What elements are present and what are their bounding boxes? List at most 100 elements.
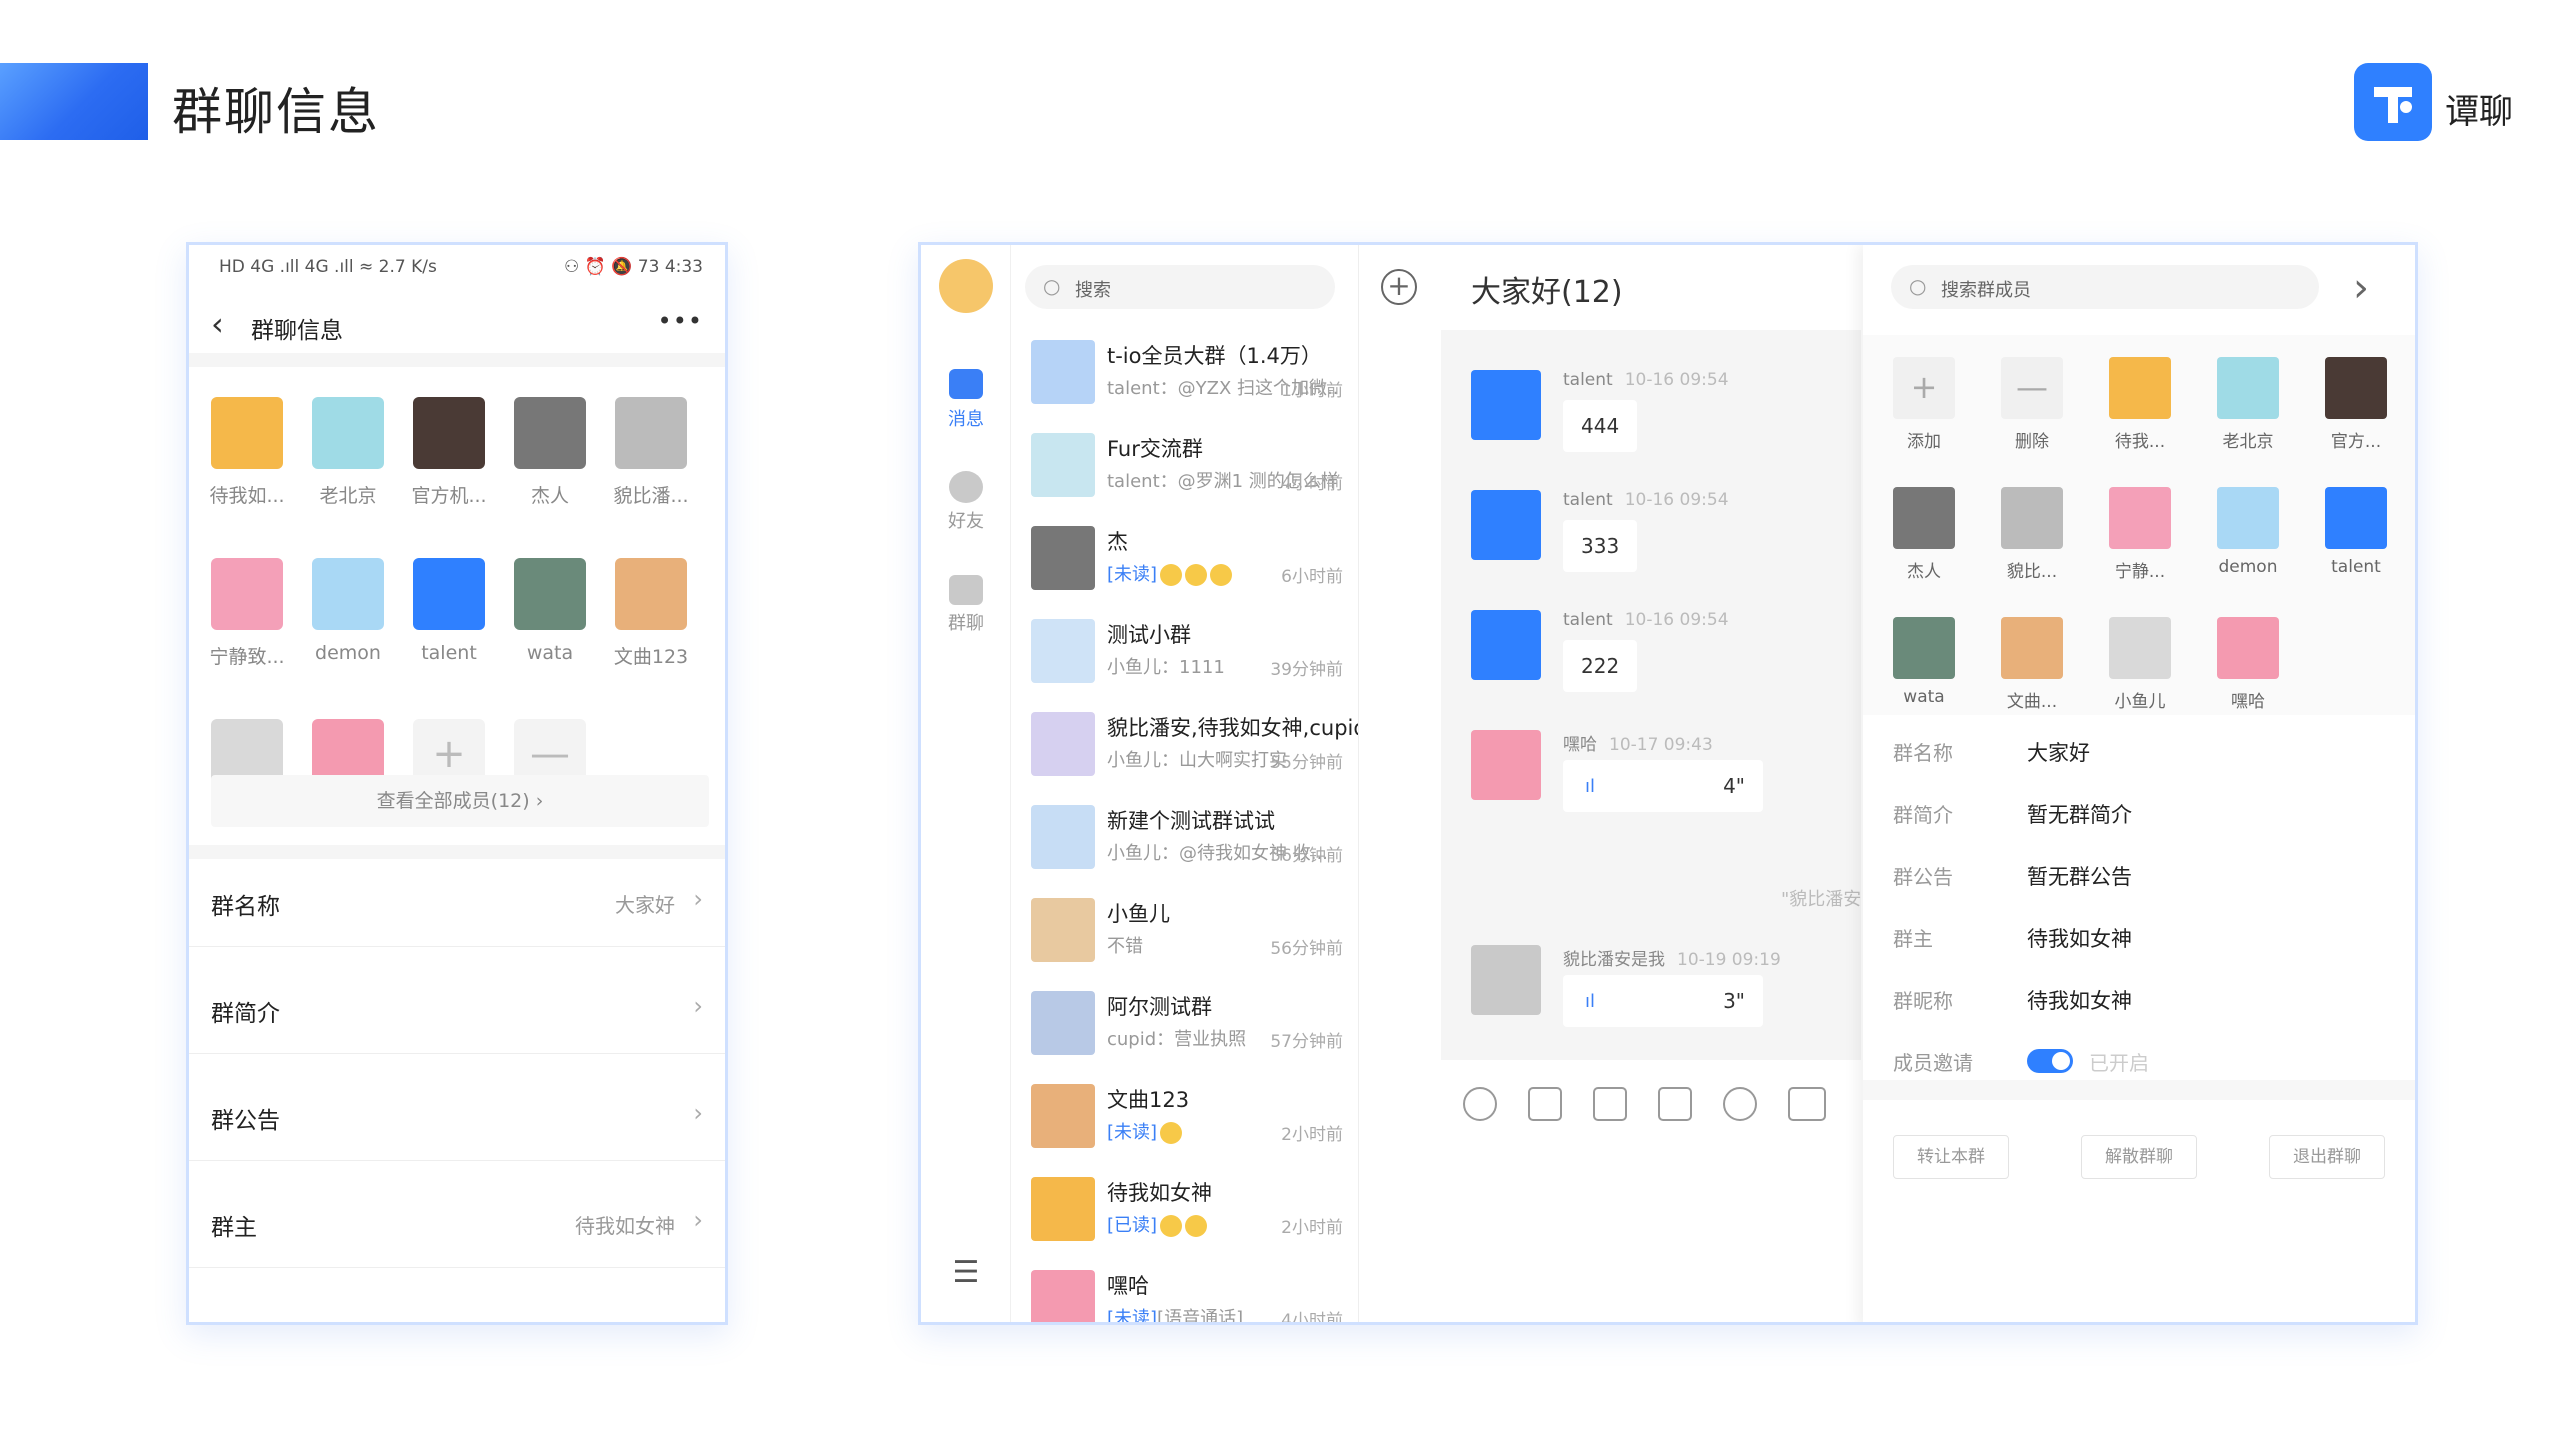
member-avatar[interactable] (211, 397, 283, 469)
my-avatar[interactable] (939, 259, 993, 313)
chat-preview-text: 不错 (1107, 936, 1143, 957)
collapse-arrow-icon[interactable]: › (2353, 265, 2369, 311)
emoji-icon (1210, 564, 1233, 586)
message-time: 10-16 09:54 (1624, 490, 1729, 510)
voice-message-bubble[interactable]: ıl 4" (1563, 760, 1763, 812)
video-icon[interactable] (1658, 1087, 1692, 1121)
mention-icon[interactable] (1723, 1087, 1757, 1121)
message-time: 10-19 09:19 (1677, 950, 1781, 970)
message-avatar (1471, 370, 1541, 440)
settings-row-label: 群公告 (211, 1108, 280, 1134)
settings-row-value: 待我如女神 (575, 1214, 675, 1238)
chat-name: 文曲123 (1107, 1088, 1190, 1112)
member-avatar[interactable] (615, 397, 687, 469)
more-menu-icon[interactable]: ••• (658, 307, 703, 335)
member-name: 老北京 (2222, 432, 2274, 452)
exit-group-button[interactable]: 退出群聊 (2269, 1135, 2385, 1179)
chat-name: 嘿哈 (1107, 1274, 1149, 1298)
message-nav-icon[interactable] (949, 369, 983, 399)
member-avatar[interactable] (514, 397, 586, 469)
member-name: demon (315, 642, 381, 664)
settings-row[interactable]: 群公告 › (189, 1073, 725, 1161)
settings-row[interactable]: 我的群昵称 待我如女神 › (189, 1287, 725, 1322)
member-avatar[interactable] (2109, 357, 2171, 419)
member-name: 杰人 (530, 485, 569, 507)
member-avatar[interactable] (2325, 357, 2387, 419)
status-battery-time: 73 4:33 (637, 257, 703, 277)
page-title: 群聊信息 (172, 83, 380, 141)
view-all-members-button[interactable]: 查看全部成员(12) › (211, 775, 709, 827)
chat-time: 4小时前 (1281, 1311, 1343, 1325)
member-avatar[interactable] (615, 558, 687, 630)
friends-nav-icon[interactable] (949, 471, 983, 503)
member-avatar[interactable] (2109, 617, 2171, 679)
member-avatar[interactable] (2217, 487, 2279, 549)
member-avatar[interactable] (413, 558, 485, 630)
text-message-bubble[interactable]: 444 (1563, 400, 1638, 452)
remove-member-icon[interactable]: — (2001, 357, 2063, 419)
nav-friends[interactable]: 好友 (921, 507, 1011, 533)
member-avatar[interactable] (514, 558, 586, 630)
hamburger-menu-icon[interactable]: ☰ (921, 1255, 1011, 1290)
member-avatar[interactable] (312, 558, 384, 630)
chat-list: t-io全员大群（1.4万） talent：@YZX 扫这个加微... 1小时前 Fu… (1011, 245, 1358, 1325)
file-icon[interactable] (1593, 1087, 1627, 1121)
text-message-bubble[interactable]: 222 (1563, 640, 1638, 692)
member-invite-toggle[interactable] (2027, 1049, 2073, 1073)
text-message-bubble[interactable]: 333 (1563, 520, 1638, 572)
member-name: wata (1903, 687, 1945, 707)
message-time: 10-16 09:54 (1624, 610, 1729, 630)
member-avatar[interactable] (2109, 487, 2171, 549)
chat-avatar (1031, 898, 1095, 962)
member-avatar[interactable] (2217, 617, 2279, 679)
member-name: talent (2331, 557, 2381, 577)
read-status-tag: [未读] (1107, 1122, 1158, 1143)
message-text: 3" (1723, 989, 1745, 1013)
toggle-knob (2052, 1052, 2070, 1070)
voice-message-bubble[interactable]: ıl 3" (1563, 975, 1763, 1027)
member-search-box[interactable]: ○ 搜索群成员 (1891, 265, 2319, 309)
settings-row[interactable]: 群简介 › (189, 966, 725, 1054)
add-member-icon[interactable]: + (1893, 357, 1955, 419)
nav-messages[interactable]: 消息 (921, 405, 1011, 431)
card-icon[interactable] (1788, 1087, 1826, 1121)
member-avatar[interactable] (2001, 487, 2063, 549)
chevron-right-icon: › (693, 992, 703, 1020)
emoji-icon (1185, 1215, 1208, 1237)
read-status-tag: [已读] (1107, 1215, 1158, 1236)
message-meta: 嘿哈 10-17 09:43 (1563, 730, 1713, 755)
chat-time: 1小时前 (1281, 381, 1343, 401)
groups-nav-icon[interactable] (949, 575, 983, 605)
member-avatar[interactable] (1893, 617, 1955, 679)
dissolve-group-button[interactable]: 解散群聊 (2081, 1135, 2197, 1179)
voice-wave-icon: ıl (1585, 991, 1596, 1012)
group-info-panel: ○ 搜索群成员 › + 添加 — 删除 待我... 老北京 官方... 杰人 貌比... 宁静..… (1863, 245, 2415, 1322)
member-avatar[interactable] (312, 397, 384, 469)
info-label: 群简介 (1893, 803, 1953, 827)
settings-row-value: 待我如女神 (575, 1317, 675, 1322)
member-avatar[interactable] (2001, 617, 2063, 679)
image-icon[interactable] (1528, 1087, 1562, 1121)
chat-time: 6小时前 (1281, 567, 1343, 587)
settings-row[interactable]: 群主 待我如女神 › (189, 1180, 725, 1268)
member-name: wata (526, 642, 574, 664)
settings-row-label: 群主 (211, 1215, 257, 1241)
divider (1863, 1080, 2415, 1100)
nav-groups[interactable]: 群聊 (921, 609, 1011, 635)
emoji-icon[interactable] (1463, 1087, 1497, 1121)
transfer-group-button[interactable]: 转让本群 (1893, 1135, 2009, 1179)
add-chat-icon[interactable]: + (1381, 269, 1417, 305)
back-arrow-icon[interactable]: ‹ (211, 305, 224, 343)
member-avatar[interactable] (1893, 487, 1955, 549)
member-name: 待我... (2114, 432, 2166, 452)
info-label: 群主 (1893, 927, 1933, 951)
chat-avatar (1031, 1177, 1095, 1241)
member-avatar[interactable] (413, 397, 485, 469)
chat-preview-text: 小鱼儿：1111 (1107, 657, 1225, 678)
member-name: 貌比... (2006, 562, 2058, 582)
status-icons: ⚇ ⏰ 🔕 (563, 257, 638, 277)
member-avatar[interactable] (2217, 357, 2279, 419)
member-avatar[interactable] (2325, 487, 2387, 549)
settings-row[interactable]: 群名称 大家好 › (189, 859, 725, 947)
member-avatar[interactable] (211, 558, 283, 630)
